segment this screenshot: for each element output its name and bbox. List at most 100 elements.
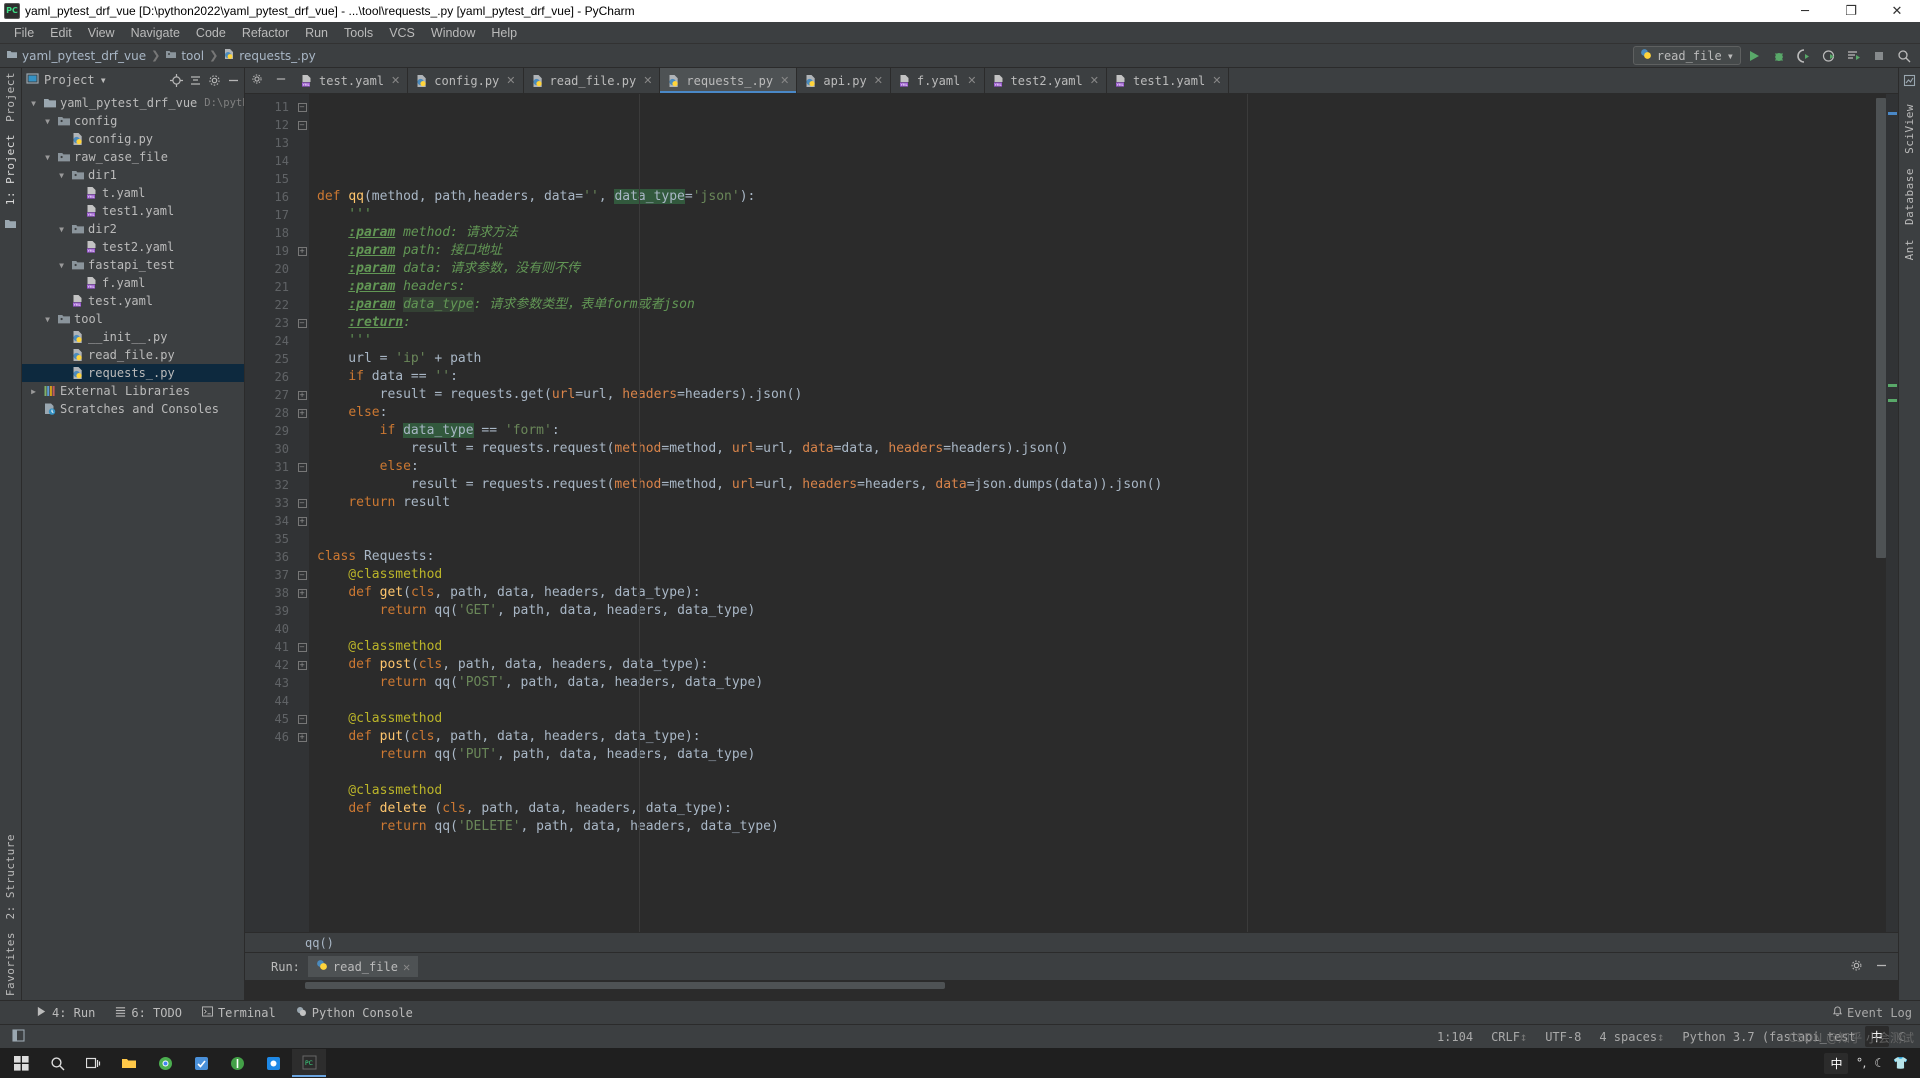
indent-setting[interactable]: 4 spaces↕ — [1590, 1030, 1673, 1044]
run-configuration-selector[interactable]: read_file ▾ — [1632, 46, 1741, 65]
fold-plus-icon[interactable]: + — [297, 660, 307, 670]
menu-refactor[interactable]: Refactor — [234, 24, 297, 42]
fold-marker[interactable]: − — [295, 314, 309, 332]
hide-icon[interactable] — [226, 73, 240, 87]
editor-tab-f-yaml[interactable]: YML f.yaml ✕ — [891, 68, 985, 93]
tree-item-test1-yaml[interactable]: YML test1.yaml — [22, 202, 244, 220]
taskview-icon[interactable] — [76, 1049, 110, 1077]
menu-help[interactable]: Help — [483, 24, 525, 42]
fold-marker[interactable]: + — [295, 386, 309, 404]
run-tab-read-file[interactable]: read_file ✕ — [307, 956, 419, 977]
fold-minus-icon[interactable]: − — [297, 714, 307, 724]
caret-position[interactable]: 1:104 — [1428, 1030, 1482, 1044]
collapse-all-icon[interactable] — [188, 73, 202, 87]
start-icon[interactable] — [4, 1049, 38, 1077]
comma-icon[interactable]: °, — [1856, 1056, 1866, 1070]
fold-plus-icon[interactable]: + — [297, 390, 307, 400]
editor-tab-test-yaml[interactable]: YML test.yaml ✕ — [293, 68, 409, 93]
search-everywhere-icon[interactable] — [1896, 48, 1912, 64]
tree-item-external-libraries[interactable]: ▶ External Libraries — [22, 382, 244, 400]
ime-tray-indicator[interactable]: 中 — [1824, 1052, 1849, 1074]
maximize-button[interactable]: ❐ — [1828, 0, 1874, 22]
close-icon[interactable]: ✕ — [643, 74, 652, 87]
close-icon[interactable]: ✕ — [967, 74, 976, 87]
menu-navigate[interactable]: Navigate — [123, 24, 188, 42]
fold-minus-icon[interactable]: − — [297, 462, 307, 472]
breadcrumb-item-tool[interactable]: tool — [165, 48, 204, 63]
explorer-icon[interactable] — [112, 1049, 146, 1077]
fold-marker[interactable]: + — [295, 242, 309, 260]
close-button[interactable]: ✕ — [1874, 0, 1920, 22]
tree-item-scratches-and-consoles[interactable]: Scratches and Consoles — [22, 400, 244, 418]
code-editor[interactable]: def qq(method, path,headers, data='', da… — [309, 94, 1886, 932]
menu-edit[interactable]: Edit — [42, 24, 80, 42]
menu-view[interactable]: View — [80, 24, 123, 42]
editor-marker-bar[interactable] — [1886, 94, 1898, 932]
tree-expand-arrow-open[interactable]: ▼ — [42, 116, 53, 127]
chevron-down-icon[interactable]: ▾ — [100, 73, 107, 87]
rail-project-label[interactable]: Project — [4, 72, 17, 122]
breadcrumb-item-project[interactable]: yaml_pytest_drf_vue — [6, 48, 146, 63]
fold-minus-icon[interactable]: − — [297, 120, 307, 130]
close-icon[interactable]: ✕ — [874, 74, 883, 87]
bottom-item-run[interactable]: 4: Run — [26, 1004, 105, 1022]
fold-marker[interactable]: − — [295, 116, 309, 134]
close-icon[interactable]: ✕ — [506, 74, 515, 87]
run-icon[interactable] — [1746, 48, 1762, 64]
fold-marker[interactable]: − — [295, 494, 309, 512]
app2-icon[interactable] — [220, 1049, 254, 1077]
editor-tab-test1-yaml[interactable]: YML test1.yaml ✕ — [1107, 68, 1230, 93]
tree-item--init-py[interactable]: __init__.py — [22, 328, 244, 346]
shirt-icon[interactable]: 👕 — [1893, 1056, 1908, 1070]
run-horizontal-scrollbar[interactable] — [305, 982, 945, 989]
rail-project-1-label[interactable]: 1: Project — [4, 134, 17, 205]
tree-item-t-yaml[interactable]: YML t.yaml — [22, 184, 244, 202]
fold-marker[interactable]: + — [295, 512, 309, 530]
editor-tab-read-file-py[interactable]: read_file.py ✕ — [524, 68, 661, 93]
menu-vcs[interactable]: VCS — [381, 24, 423, 42]
menu-file[interactable]: File — [6, 24, 42, 42]
run-with-console-icon[interactable] — [1846, 48, 1862, 64]
tree-item-dir1[interactable]: ▼ dir1 — [22, 166, 244, 184]
close-icon[interactable]: ✕ — [391, 74, 400, 87]
layout-icon[interactable] — [12, 1028, 25, 1045]
fold-marker[interactable]: − — [295, 638, 309, 656]
fold-minus-icon[interactable]: − — [297, 102, 307, 112]
menu-tools[interactable]: Tools — [336, 24, 381, 42]
tree-item-read-file-py[interactable]: read_file.py — [22, 346, 244, 364]
editor-vertical-scrollbar[interactable] — [1876, 98, 1886, 558]
chrome-icon[interactable] — [148, 1049, 182, 1077]
tree-item-test2-yaml[interactable]: YML test2.yaml — [22, 238, 244, 256]
fold-marker[interactable]: − — [295, 458, 309, 476]
tree-expand-arrow-open[interactable]: ▼ — [56, 224, 67, 235]
close-icon[interactable]: ✕ — [403, 960, 410, 974]
menu-window[interactable]: Window — [423, 24, 483, 42]
tree-expand-arrow-open[interactable]: ▼ — [42, 314, 53, 325]
tree-expand-arrow-closed[interactable]: ▶ — [28, 386, 39, 397]
line-separator[interactable]: CRLF↕ — [1482, 1030, 1536, 1044]
tree-item-test-yaml[interactable]: YML test.yaml — [22, 292, 244, 310]
locate-icon[interactable] — [169, 73, 183, 87]
fold-minus-icon[interactable]: − — [297, 642, 307, 652]
fold-plus-icon[interactable]: + — [297, 732, 307, 742]
fold-marker[interactable]: + — [295, 404, 309, 422]
menu-run[interactable]: Run — [297, 24, 336, 42]
fold-marker[interactable]: − — [295, 710, 309, 728]
minimize-button[interactable]: ─ — [1782, 0, 1828, 22]
profile-icon[interactable] — [1821, 48, 1837, 64]
tree-item-fastapi-test[interactable]: ▼ fastapi_test — [22, 256, 244, 274]
rail-database-label[interactable]: Database — [1903, 168, 1916, 225]
app-icon[interactable] — [184, 1049, 218, 1077]
fold-marker[interactable]: + — [295, 728, 309, 746]
tree-expand-arrow-open[interactable]: ▼ — [56, 170, 67, 181]
close-icon[interactable]: ✕ — [1090, 74, 1099, 87]
tree-item-tool[interactable]: ▼ tool — [22, 310, 244, 328]
gear-icon[interactable] — [251, 73, 263, 88]
tree-expand-arrow-open[interactable]: ▼ — [28, 98, 39, 109]
search-icon[interactable] — [40, 1049, 74, 1077]
breadcrumb-item-file[interactable]: requests_.py — [223, 48, 316, 63]
editor-tab-api-py[interactable]: api.py ✕ — [797, 68, 891, 93]
folder-icon[interactable] — [4, 217, 17, 233]
tree-item-yaml-pytest-drf-vue[interactable]: ▼ yaml_pytest_drf_vue D:\python2022\ — [22, 94, 244, 112]
minimize-icon[interactable] — [1875, 959, 1888, 975]
